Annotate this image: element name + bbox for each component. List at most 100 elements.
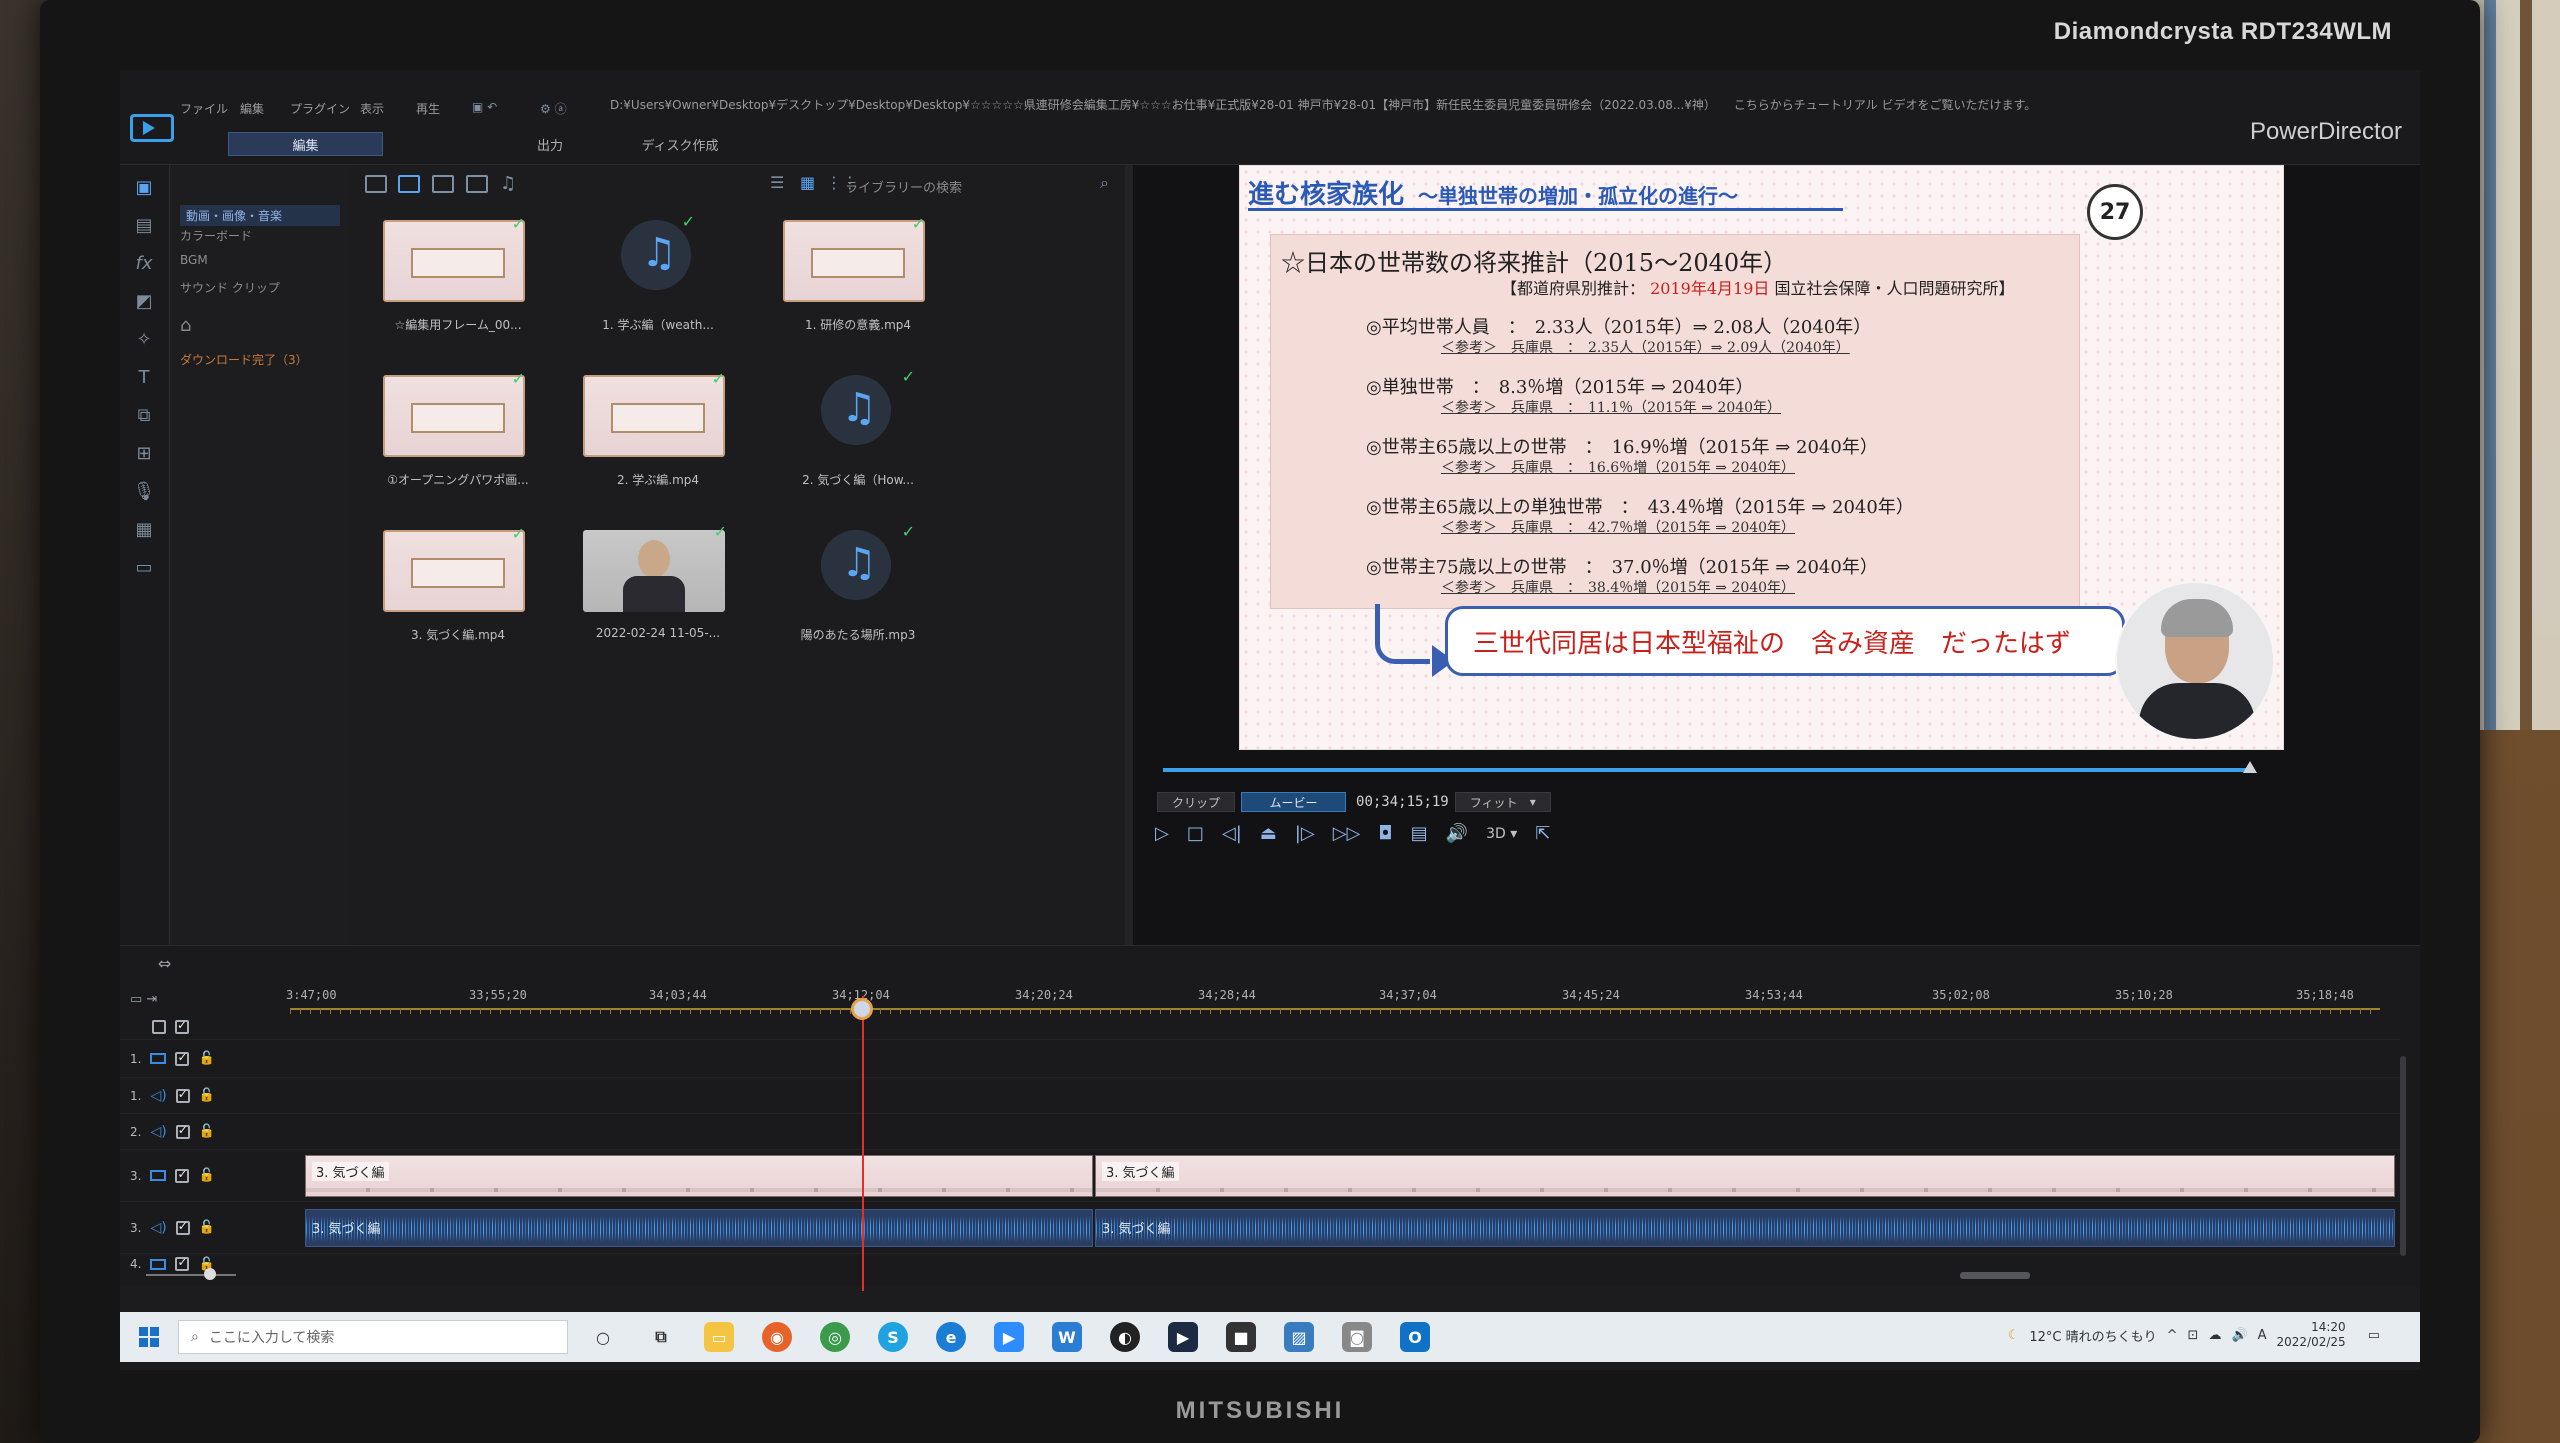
outlook-icon[interactable]: O [1400,1322,1430,1352]
particle-icon[interactable]: ✧ [132,329,156,351]
3d-toggle[interactable]: 3D ▾ [1486,826,1517,842]
fit-timeline-icon[interactable]: ⇔ [158,954,171,973]
play-icon[interactable]: ▷ [1155,823,1169,844]
snapshot-icon[interactable]: ◘ [1378,823,1392,844]
onedrive-icon[interactable]: ☁ [2208,1328,2221,1343]
video-clip[interactable]: 3. 気づく編 [1095,1155,2395,1197]
zoom-icon[interactable]: ▶ [994,1322,1024,1352]
timeline-zoom-slider[interactable] [126,1264,246,1284]
category-sound-clip[interactable]: サウンド クリップ [180,279,280,296]
notification-icon[interactable]: ▭ [2368,1328,2380,1343]
library-search-input[interactable]: ライブラリーの検索 [845,177,962,196]
all-tracks-enable[interactable] [175,1018,189,1034]
library-item[interactable]: ✓ ☆編集用フレーム_00... [375,214,525,340]
voiceover-icon[interactable]: 🎙 [132,481,156,503]
next-frame-icon[interactable]: |▷ [1295,823,1315,844]
word-icon[interactable]: W [1052,1322,1082,1352]
lock-icon[interactable]: 🔓 [199,1124,215,1139]
search-icon[interactable]: ⌕ [1100,173,1109,193]
category-media[interactable]: 動画・画像・音楽 [180,205,340,226]
photo-filter-icon[interactable] [466,175,488,193]
stop-icon[interactable]: □ [1187,823,1204,844]
ime-indicator[interactable]: A [2258,1328,2267,1343]
title-icon[interactable]: T [132,367,156,389]
camera-icon[interactable]: ◙ [1342,1322,1372,1352]
network-icon[interactable]: ⊡ [2188,1328,2199,1343]
library-item[interactable]: ♫ ✓ 1. 学ぶ編（weath... [575,212,725,340]
tab-edit[interactable]: 編集 [228,132,383,156]
video-app-icon[interactable]: ■ [1226,1322,1256,1352]
fx-icon[interactable]: fx [132,253,156,275]
tutorial-hint[interactable]: こちらからチュートリアル ビデオをご覧いただけます。 [1734,98,2037,112]
media-room-icon[interactable]: ▣ [132,177,156,199]
panel-divider[interactable] [1125,165,1133,945]
menu-file[interactable]: ファイル [180,100,228,117]
clip-mode-button[interactable]: クリップ [1157,792,1236,812]
horizontal-scrollbar[interactable] [1960,1272,2030,1279]
lock-icon[interactable]: 🔓 [198,1051,214,1066]
library-item[interactable]: ♫ ✓ 2. 気づく編（How... [775,367,925,495]
split-icon[interactable]: ⏏ [1260,823,1277,844]
audio-mix-icon[interactable]: ⊞ [132,443,156,465]
track-enable-checkbox[interactable] [175,1167,190,1183]
timecode-display[interactable]: 00;34;15;19 [1356,794,1449,810]
obs-icon[interactable]: ◐ [1110,1322,1140,1352]
import-icon[interactable] [365,175,387,193]
menu-edit[interactable]: 編集 [240,100,264,117]
video-clip[interactable]: 3. 気づく編 [305,1155,1093,1197]
all-tracks-checkbox[interactable] [152,1019,166,1034]
audio-clip[interactable]: 3. 気づく編 [1095,1209,2395,1247]
volume-icon[interactable]: 🔊 [1446,823,1468,844]
chrome-icon[interactable]: ◎ [820,1322,850,1352]
firefox-icon[interactable]: ◉ [762,1322,792,1352]
menu-view[interactable]: 表示 [360,100,384,117]
track-enable-checkbox[interactable] [175,1050,190,1066]
menu-plugin[interactable]: プラグイン [290,100,350,117]
taskbar-search-input[interactable]: ⌕ ここに入力して検索 [178,1320,568,1354]
grid-view-icon[interactable]: ▦ [800,173,815,192]
undock-icon[interactable]: ⇱ [1535,823,1550,844]
lock-icon[interactable]: 🔓 [199,1088,215,1103]
vertical-scrollbar[interactable] [2400,1056,2406,1256]
preview-seekbar[interactable] [1163,768,2253,772]
lock-icon[interactable]: 🔓 [199,1220,215,1235]
speaker-icon[interactable]: 🔊 [2231,1328,2247,1343]
cortana-icon[interactable]: ○ [588,1322,618,1352]
library-item[interactable]: ✓ 2. 学ぶ編.mp4 [575,369,725,495]
tab-output[interactable]: 出力 [500,132,600,156]
zoom-select[interactable]: フィット ▾ [1454,792,1551,812]
track-enable-checkbox[interactable] [175,1123,190,1139]
fast-forward-icon[interactable]: ▷▷ [1333,823,1361,844]
clock[interactable]: 14:20 2022/02/25 [2277,1320,2346,1350]
explorer-icon[interactable]: ▭ [704,1322,734,1352]
playhead-handle[interactable] [851,998,873,1020]
category-bgm[interactable]: BGM [180,253,208,267]
track-enable-checkbox[interactable] [175,1087,190,1103]
template-icon[interactable]: ▤ [132,215,156,237]
music-filter-icon[interactable]: ♫ [500,173,516,194]
audio-clip[interactable]: 3. 気づく編 [305,1209,1093,1247]
time-ruler[interactable]: 3:47;00 33;55;20 34;03;44 34;12;04 34;20… [286,988,2380,1010]
save-icon[interactable]: ▣ ↶ [472,100,497,114]
menu-play[interactable]: 再生 [416,100,440,117]
photos-icon[interactable]: ▨ [1284,1322,1314,1352]
library-item[interactable]: ✓ 2022-02-24 11-05-... [575,522,727,650]
list-view-icon[interactable]: ☰ [770,173,784,192]
library-item[interactable]: ✓ 1. 研修の意義.mp4 [775,214,925,340]
transition-icon[interactable]: ⧉ [132,405,156,427]
subtitle-icon[interactable]: ▭ [132,557,156,579]
image-filter-icon[interactable] [432,175,454,193]
library-item[interactable]: ✓ ①オープニングパワポ画... [375,369,529,495]
track-enable-checkbox[interactable] [175,1219,190,1235]
pip-icon[interactable]: ◩ [132,291,156,313]
chapter-icon[interactable]: ▦ [132,519,156,541]
lock-icon[interactable]: 🔓 [198,1168,214,1183]
tab-disc[interactable]: ディスク作成 [620,132,740,156]
seek-thumb[interactable] [2243,761,2257,773]
settings-icon[interactable]: ⚙ ⓐ [540,100,567,117]
powerdirector-icon[interactable]: ▶ [1168,1322,1198,1352]
movie-mode-button[interactable]: ムービー [1241,792,1347,812]
skype-icon[interactable]: S [878,1322,908,1352]
library-item[interactable]: ✓ 3. 気づく編.mp4 [375,524,525,650]
category-colorboard[interactable]: カラーボード [180,227,252,244]
